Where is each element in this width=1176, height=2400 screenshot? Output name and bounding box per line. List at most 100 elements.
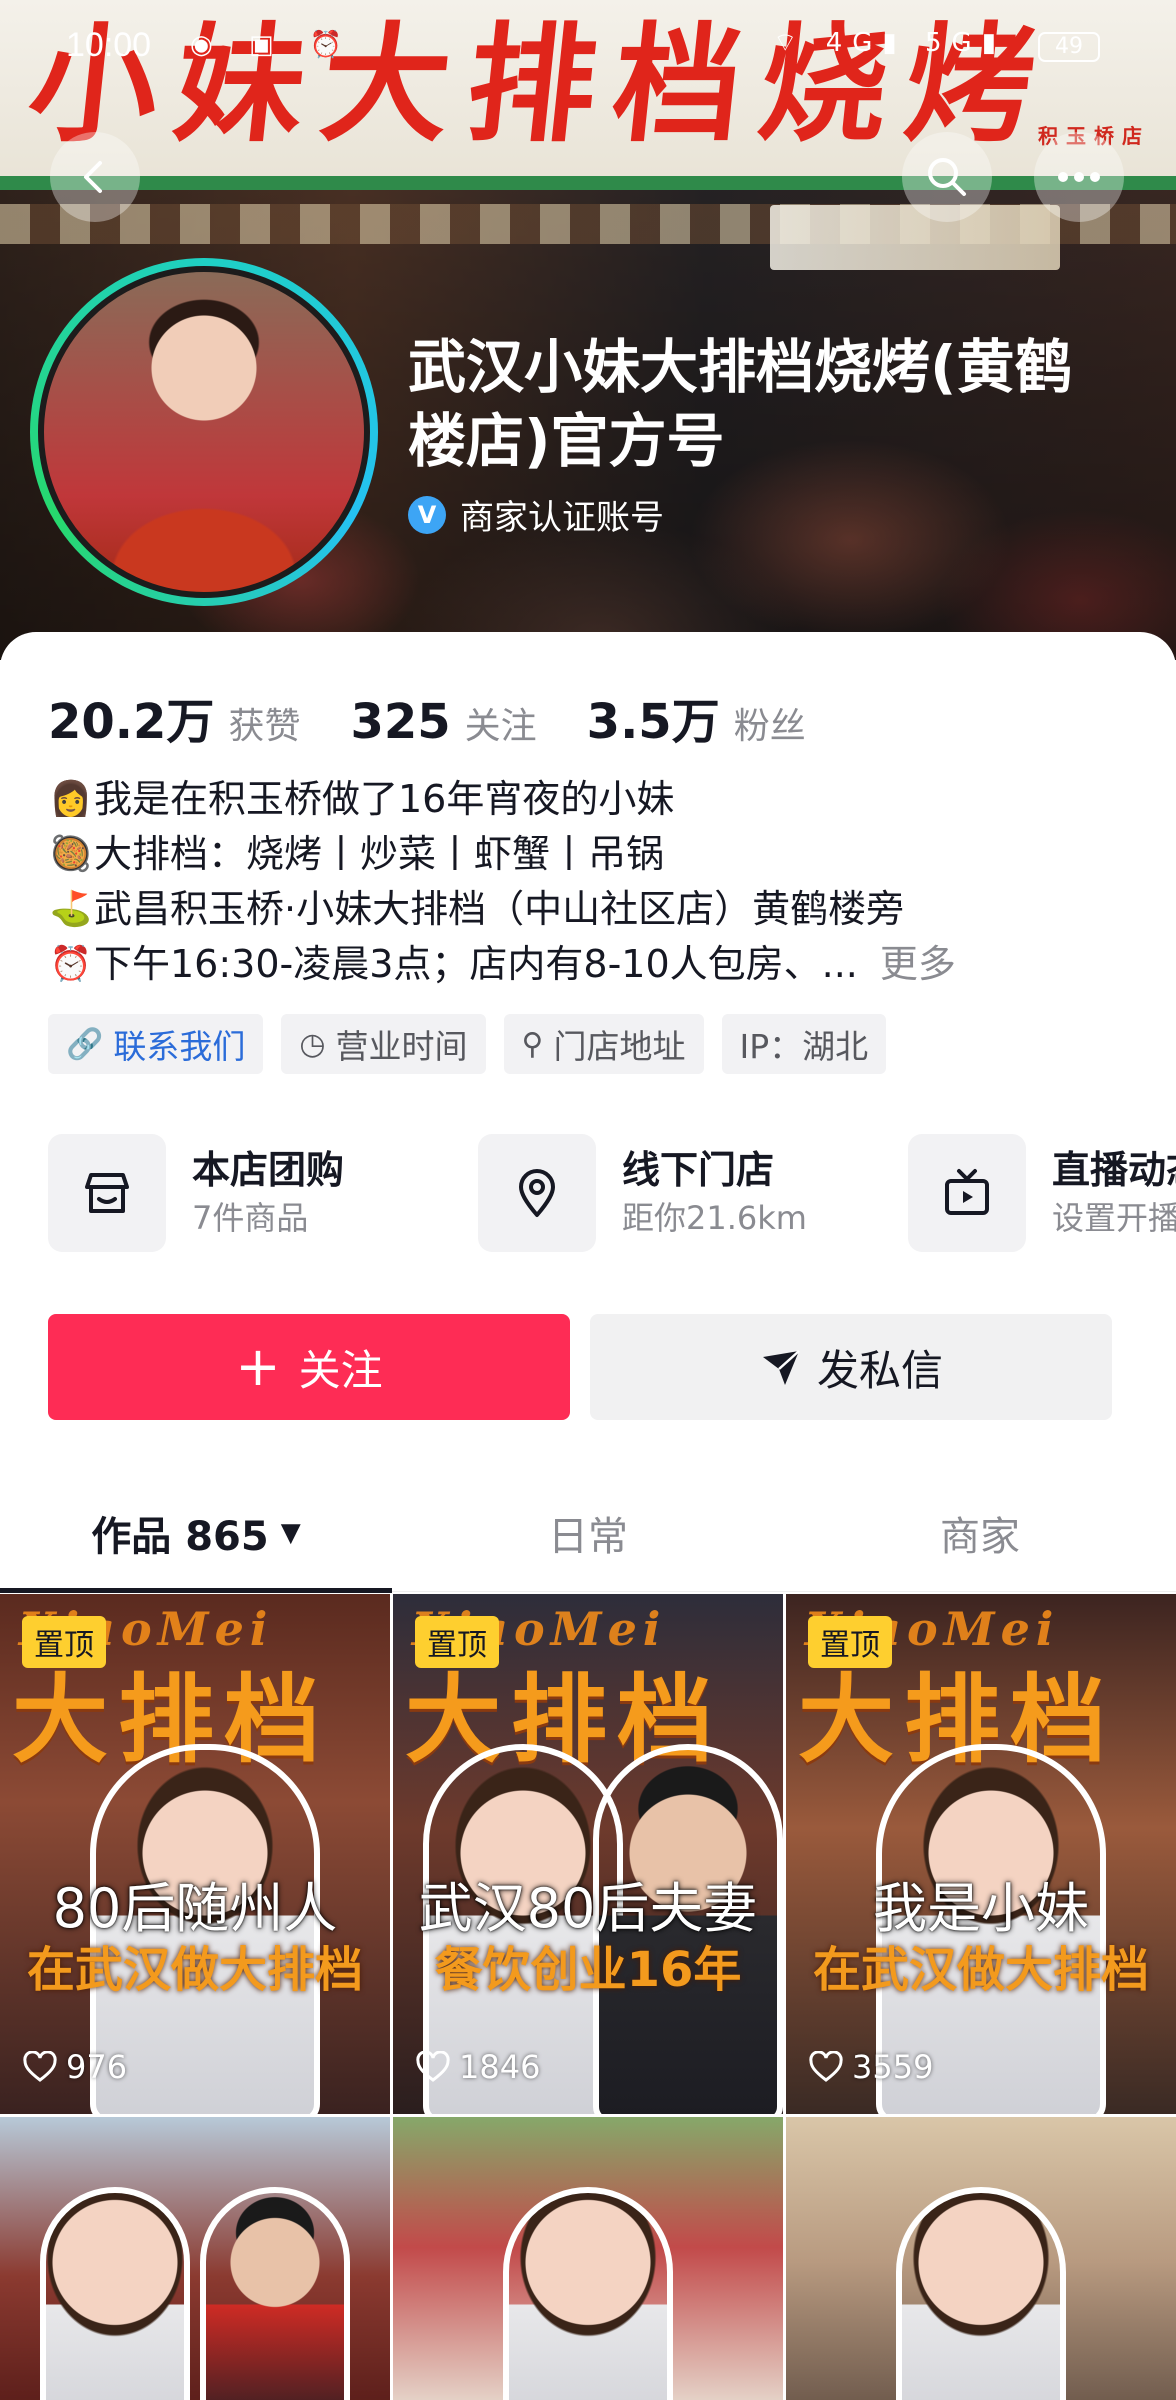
bio-line: 👩 我是在积玉桥做了16年宵夜的小妹 bbox=[48, 772, 1138, 827]
stat-following-label: 关注 bbox=[464, 706, 537, 747]
bio-text: 武昌积玉桥·小妹大排档（中山社区店）黄鹤楼旁 bbox=[94, 887, 905, 931]
video-grid: 置顶 XiaoMei 大排档 80后随州人 在武汉做大排档 976 置顶 Xia… bbox=[0, 1594, 1176, 2400]
status-notification-icons: ◉ ▣ ⏰ bbox=[190, 30, 357, 60]
service-entries: 本店团购 7件商品 线下门店 距你21.6km 直播动 设置开播 bbox=[48, 1134, 1176, 1252]
message-label: 发私信 bbox=[816, 1345, 943, 1395]
video-likes-count: 1846 bbox=[459, 2048, 541, 2086]
wifi-icon: ⌔ bbox=[772, 28, 808, 58]
follow-label: 关注 bbox=[298, 1345, 383, 1395]
service-store[interactable]: 线下门店 距你21.6km bbox=[478, 1134, 908, 1252]
service-live[interactable]: 直播动态 设置开播 bbox=[908, 1134, 1176, 1252]
service-title: 本店团购 bbox=[192, 1148, 345, 1192]
search-button[interactable] bbox=[902, 132, 992, 222]
stat-likes-value: 20.2万 bbox=[48, 694, 215, 750]
tab-works[interactable]: 作品 865 ▼ bbox=[0, 1474, 392, 1593]
avatar-photo bbox=[38, 266, 370, 598]
pinned-badge: 置顶 bbox=[415, 1616, 499, 1668]
service-title: 直播动态 bbox=[1052, 1148, 1176, 1192]
profile-avatar[interactable] bbox=[30, 258, 378, 606]
stat-likes[interactable]: 20.2万 获赞 bbox=[48, 682, 300, 752]
video-card[interactable]: 置顶 XiaoMei 大排档 我是小妹 在武汉做大排档 3559 bbox=[786, 1594, 1176, 2114]
stat-following[interactable]: 325 关注 bbox=[350, 694, 536, 750]
tag-contact[interactable]: 🔗 联系我们 bbox=[48, 1014, 264, 1074]
stat-likes-label: 获赞 bbox=[228, 706, 301, 747]
bio-more-link[interactable]: 更多 bbox=[880, 937, 956, 992]
tab-label: 日常 bbox=[548, 1513, 628, 1560]
profile-name: 武汉小妹大排档烧烤(黄鹤楼店)官方号 bbox=[408, 333, 1073, 475]
plus-icon: + bbox=[235, 1335, 281, 1398]
heart-icon bbox=[809, 2051, 843, 2082]
clock-icon: ◷ bbox=[299, 1026, 326, 1062]
link-icon: 🔗 bbox=[66, 1026, 104, 1062]
video-card[interactable] bbox=[0, 2117, 390, 2400]
follow-button[interactable]: + 关注 bbox=[48, 1314, 570, 1420]
video-person bbox=[200, 2187, 350, 2400]
bio-text: 下午16:30-凌晨3点；店内有8-10人包房、... bbox=[94, 942, 858, 986]
pinned-badge: 置顶 bbox=[808, 1616, 892, 1668]
video-person bbox=[40, 2187, 190, 2400]
caret-down-icon: ▼ bbox=[280, 1517, 301, 1548]
tag-label: IP：湖北 bbox=[739, 1027, 869, 1066]
message-button[interactable]: 发私信 bbox=[590, 1314, 1112, 1420]
back-button[interactable] bbox=[50, 132, 140, 222]
location-pin-icon bbox=[478, 1134, 596, 1252]
stat-followers-value: 3.5万 bbox=[586, 694, 720, 750]
video-card[interactable]: 置顶 XiaoMei 大排档 80后随州人 在武汉做大排档 976 bbox=[0, 1594, 390, 2114]
tag-hours[interactable]: ◷ 营业时间 bbox=[281, 1014, 486, 1074]
tab-label: 商家 bbox=[940, 1513, 1020, 1560]
send-icon bbox=[762, 1350, 800, 1385]
video-card[interactable] bbox=[393, 2117, 783, 2400]
more-button[interactable] bbox=[1034, 132, 1124, 222]
more-dots-icon bbox=[1058, 172, 1100, 182]
info-tags: 🔗 联系我们 ◷ 营业时间 ⚲ 门店地址 IP：湖北 bbox=[48, 1014, 904, 1074]
verified-badge[interactable]: V 商家认证账号 bbox=[408, 490, 664, 539]
video-likes: 3559 bbox=[808, 2048, 933, 2086]
tag-address[interactable]: ⚲ 门店地址 bbox=[503, 1014, 704, 1074]
service-title: 线下门店 bbox=[622, 1148, 775, 1192]
tab-daily[interactable]: 日常 bbox=[392, 1474, 784, 1591]
bio-line: ⛳ 武昌积玉桥·小妹大排档（中山社区店）黄鹤楼旁 bbox=[48, 882, 1138, 937]
tag-label: 门店地址 bbox=[553, 1027, 686, 1066]
tag-ip: IP：湖北 bbox=[721, 1014, 887, 1074]
video-likes: 1846 bbox=[415, 2048, 540, 2086]
bio-line: ⏰ 下午16:30-凌晨3点；店内有8-10人包房、... 更多 bbox=[48, 937, 1138, 992]
heart-icon bbox=[416, 2051, 450, 2082]
video-subcaption: 在武汉做大排档 bbox=[26, 1942, 363, 1998]
video-card[interactable] bbox=[786, 2117, 1176, 2400]
video-likes: 976 bbox=[22, 2048, 127, 2086]
heart-icon bbox=[23, 2051, 57, 2082]
stat-following-value: 325 bbox=[350, 694, 451, 750]
shop-icon bbox=[48, 1134, 166, 1252]
tab-merchant[interactable]: 商家 bbox=[784, 1474, 1176, 1591]
bio-text: 我是在积玉桥做了16年宵夜的小妹 bbox=[94, 777, 675, 821]
stat-followers-label: 粉丝 bbox=[733, 706, 806, 747]
bio-text: 大排档：烧烤丨炒菜丨虾蟹丨吊锅 bbox=[94, 832, 665, 876]
profile-actions: + 关注 发私信 bbox=[48, 1314, 1132, 1420]
tab-label: 作品 865 bbox=[91, 1513, 269, 1560]
verified-label: 商家认证账号 bbox=[460, 498, 664, 538]
video-card[interactable]: 置顶 XiaoMei 大排档 武汉80后夫妻 餐饮创业16年 1846 bbox=[393, 1594, 783, 2114]
woman-emoji-icon: 👩 bbox=[49, 779, 93, 819]
service-subtitle: 设置开播 bbox=[1052, 1199, 1176, 1237]
chevron-left-icon bbox=[84, 161, 102, 193]
stat-followers[interactable]: 3.5万 粉丝 bbox=[587, 682, 806, 752]
video-person bbox=[896, 2187, 1066, 2400]
battery-icon: 49 bbox=[1038, 32, 1100, 62]
alarm-emoji-icon: ⏰ bbox=[49, 944, 93, 984]
menu-board bbox=[770, 205, 1060, 270]
network-4g: 4G bbox=[825, 28, 883, 58]
search-icon bbox=[928, 158, 966, 196]
network-5g: 5G bbox=[924, 28, 982, 58]
pan-emoji-icon: 🥘 bbox=[49, 834, 93, 874]
tag-label: 营业时间 bbox=[335, 1027, 468, 1066]
location-icon: ⚲ bbox=[521, 1026, 544, 1062]
live-tv-icon bbox=[908, 1134, 1026, 1252]
pinned-badge: 置顶 bbox=[22, 1616, 106, 1668]
video-person bbox=[503, 2187, 673, 2400]
video-subcaption: 在武汉做大排档 bbox=[812, 1942, 1149, 1998]
verified-icon: V bbox=[408, 495, 446, 534]
status-signal-icons: ⌔ 4G▮ 5G▮ bbox=[772, 28, 1006, 58]
profile-bio[interactable]: 👩 我是在积玉桥做了16年宵夜的小妹 🥘 大排档：烧烤丨炒菜丨虾蟹丨吊锅 ⛳ 武… bbox=[48, 772, 1138, 992]
bio-line: 🥘 大排档：烧烤丨炒菜丨虾蟹丨吊锅 bbox=[48, 827, 1138, 882]
service-group-buy[interactable]: 本店团购 7件商品 bbox=[48, 1134, 478, 1252]
